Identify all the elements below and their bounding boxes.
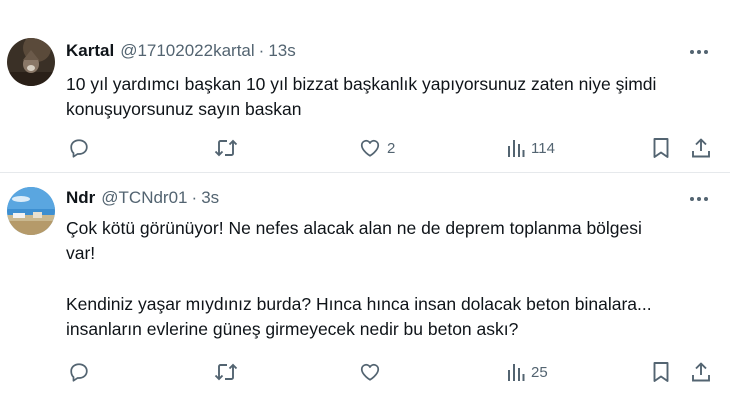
share-icon (692, 362, 710, 382)
retweet-icon (214, 139, 238, 157)
heart-icon (360, 139, 380, 157)
views-bar-chart-icon (508, 364, 525, 381)
bookmark-icon (653, 362, 669, 382)
bookmark-button[interactable] (652, 135, 670, 161)
tweet-text-line: Kendiniz yaşar mıydınız burda? Hınca hın… (66, 294, 652, 314)
more-dots-icon (690, 197, 708, 201)
timestamp[interactable]: 3s (201, 188, 219, 208)
views-bar-chart-icon (508, 140, 525, 157)
share-button[interactable] (691, 135, 711, 161)
reply-button[interactable] (68, 135, 90, 161)
like-count: 2 (387, 139, 396, 157)
reply-button[interactable] (68, 359, 90, 385)
share-button[interactable] (691, 359, 711, 385)
more-options-button[interactable] (686, 189, 712, 209)
avatar[interactable] (7, 187, 55, 235)
author-name[interactable]: Ndr (66, 188, 95, 208)
bookmark-icon (653, 138, 669, 158)
tweet-text-line: Çok kötü görünüyor! Ne nefes alacak alan… (66, 218, 642, 238)
views-button[interactable]: 114 (507, 135, 555, 161)
tweet-text: Çok kötü görünüyor! Ne nefes alacak alan… (66, 216, 716, 266)
share-icon (692, 138, 710, 158)
separator-dot: · (258, 41, 265, 60)
like-button[interactable]: 2 (359, 135, 395, 161)
more-dots-icon (690, 50, 708, 54)
author-handle[interactable]: @17102022kartal (120, 41, 254, 61)
tweet-text-line: 10 yıl yardımcı başkan 10 yıl bizzat baş… (66, 74, 657, 94)
views-count: 25 (531, 363, 548, 381)
heart-icon (360, 363, 380, 381)
tweet-divider (0, 172, 730, 173)
tweet-header: Kartal @17102022kartal · 13s (66, 40, 296, 62)
action-bar: 25 (0, 359, 730, 385)
like-button[interactable] (359, 359, 381, 385)
views-button[interactable]: 25 (507, 359, 548, 385)
tweet-header: Ndr @TCNdr01 · 3s (66, 187, 219, 209)
tweet-text-line: konuşuyorsunuz sayın baskan (66, 99, 302, 119)
retweet-button[interactable] (214, 135, 238, 161)
avatar[interactable] (7, 38, 55, 86)
separator-dot: · (191, 188, 198, 207)
tweet-text-line: insanların evlerine güneş girmeyecek ned… (66, 319, 519, 339)
timestamp[interactable]: 13s (268, 41, 295, 61)
action-bar: 2 114 (0, 135, 730, 161)
author-handle[interactable]: @TCNdr01 (101, 188, 187, 208)
author-name[interactable]: Kartal (66, 41, 114, 61)
more-options-button[interactable] (686, 42, 712, 62)
reply-icon (70, 363, 88, 382)
tweet-text-line: var! (66, 243, 96, 263)
tweet[interactable]: Ndr @TCNdr01 · 3s Çok kötü görünüyor! Ne… (0, 174, 730, 420)
tweet-text: 10 yıl yardımcı başkan 10 yıl bizzat baş… (66, 72, 716, 122)
views-count: 114 (531, 139, 555, 157)
tweet-text: Kendiniz yaşar mıydınız burda? Hınca hın… (66, 292, 716, 342)
reply-icon (70, 139, 88, 158)
bookmark-button[interactable] (652, 359, 670, 385)
retweet-icon (214, 363, 238, 381)
retweet-button[interactable] (214, 359, 238, 385)
tweet[interactable]: Kartal @17102022kartal · 13s 10 yıl yard… (0, 0, 730, 173)
